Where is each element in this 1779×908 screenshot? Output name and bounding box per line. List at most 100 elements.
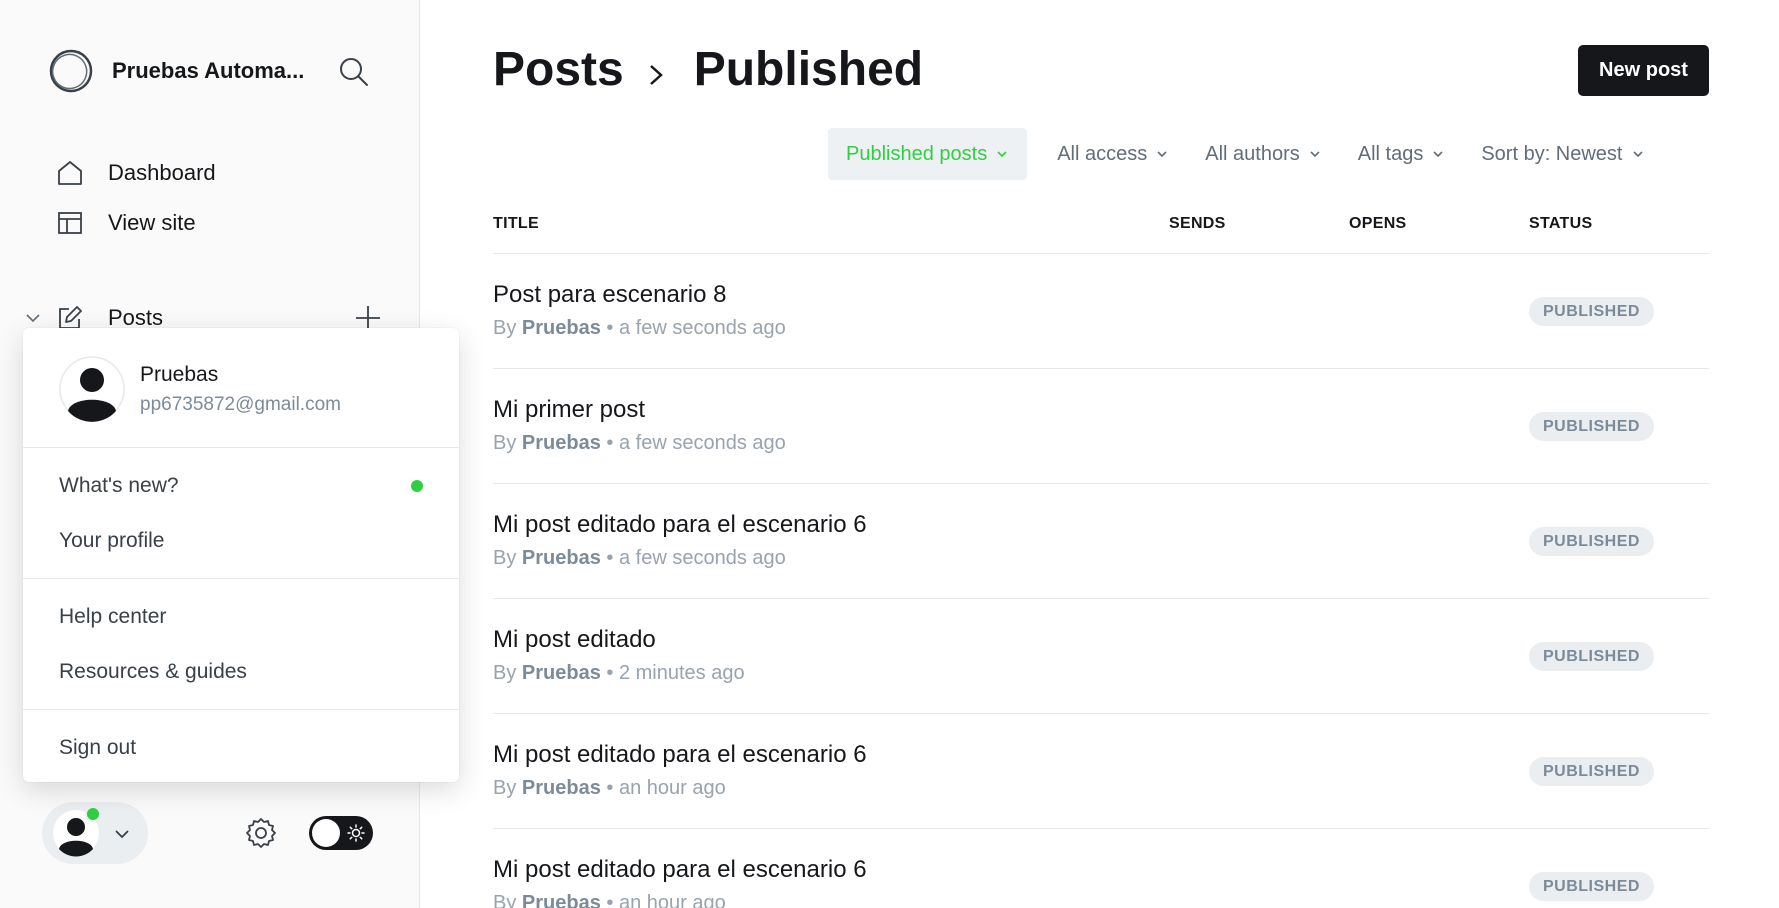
main-content: Posts Published New post Published posts… [421,0,1779,908]
post-time: • an hour ago [606,892,726,908]
menu-item-label: Help center [59,605,167,628]
chevron-down-icon [1157,151,1167,158]
post-time: • a few seconds ago [606,432,786,454]
post-author: Pruebas [521,662,601,684]
post-title: Mi post editado para el escenario 6 [493,741,867,768]
status-badge: PUBLISHED [1529,872,1654,901]
table-header: TITLE SENDS OPENS STATUS [493,200,1709,254]
filter-access[interactable]: All access [1039,128,1187,180]
post-by: By [493,777,517,799]
post-time: • a few seconds ago [606,547,786,569]
post-meta: By Pruebas • a few seconds ago [493,317,786,340]
post-author: Pruebas [521,547,601,569]
account-menu-user: Pruebas pp6735872@gmail.com [23,328,459,448]
breadcrumb: Posts Published [493,42,923,97]
site-name: Pruebas Automa... [112,58,305,83]
post-by: By [493,547,517,569]
column-header-sends: SENDS [1169,215,1226,232]
post-author: Pruebas [521,432,601,454]
post-author: Pruebas [521,317,601,339]
table-row[interactable]: Mi post editado By Pruebas • 2 minutes a… [493,599,1709,714]
site-logo-icon [49,49,93,93]
menu-item-label: What's new? [59,474,179,497]
status-badge: PUBLISHED [1529,757,1654,786]
gear-icon[interactable] [244,816,278,850]
post-by: By [493,662,517,684]
status-badge: PUBLISHED [1529,297,1654,326]
nav-item-label: Dashboard [108,160,216,185]
toggle-knob [312,819,340,847]
filter-sort[interactable]: Sort by: Newest [1463,128,1662,180]
column-header-title: TITLE [493,215,539,232]
post-time: • an hour ago [606,777,726,799]
table-row[interactable]: Mi post editado para el escenario 6 By P… [493,714,1709,829]
nav-item-dashboard[interactable]: Dashboard [56,148,216,198]
filter-bar: Published posts All access All authors A… [828,128,1663,180]
filter-label: Sort by: Newest [1481,142,1623,165]
post-title: Mi primer post [493,396,646,423]
home-icon [58,161,82,185]
posts-table: TITLE SENDS OPENS STATUS Post para escen… [493,200,1709,908]
post-meta: By Pruebas • a few seconds ago [493,547,786,570]
notification-dot [411,480,423,492]
filter-label: All access [1057,142,1148,165]
chevron-down-icon [1632,151,1643,158]
filter-tags[interactable]: All tags [1340,128,1464,180]
menu-item-label: Resources & guides [59,660,247,683]
user-email: pp6735872@gmail.com [140,394,341,415]
filter-label: All authors [1205,142,1300,165]
app: Pruebas Automa... Dashboard View site Po… [0,0,1779,908]
online-status-dot [85,806,101,822]
status-badge: PUBLISHED [1529,527,1654,556]
post-time: • a few seconds ago [606,317,786,339]
table-row[interactable]: Mi post editado para el escenario 6 By P… [493,829,1709,908]
menu-item-whats-new[interactable]: What's new? [23,458,459,513]
nav-item-label: View site [108,210,196,235]
filter-type[interactable]: Published posts [828,128,1028,180]
theme-toggle[interactable] [309,816,373,850]
post-meta: By Pruebas • an hour ago [493,777,726,800]
new-post-button[interactable]: New post [1578,45,1709,96]
account-menu-trigger[interactable] [42,802,148,864]
breadcrumb-posts[interactable]: Posts [493,42,624,97]
filter-label: All tags [1357,142,1424,165]
sidebar: Pruebas Automa... Dashboard View site Po… [0,0,459,908]
table-row[interactable]: Mi primer post By Pruebas • a few second… [493,369,1709,484]
nav-item-view-site[interactable]: View site [56,198,216,248]
brand[interactable]: Pruebas Automa... [48,48,368,94]
post-meta: By Pruebas • an hour ago [493,892,726,908]
table-row[interactable]: Post para escenario 8 By Pruebas • a few… [493,254,1709,369]
post-author: Pruebas [521,777,601,799]
table-row[interactable]: Mi post editado para el escenario 6 By P… [493,484,1709,599]
account-menu-section: Sign out [23,710,459,785]
column-header-opens: OPENS [1349,215,1407,232]
post-by: By [493,892,517,908]
post-meta: By Pruebas • 2 minutes ago [493,662,745,685]
post-title: Mi post editado para el escenario 6 [493,511,867,538]
menu-item-resources[interactable]: Resources & guides [23,644,459,699]
status-badge: PUBLISHED [1529,642,1654,671]
user-name: Pruebas [140,363,219,386]
layout-icon [58,212,82,234]
column-header-status: STATUS [1529,215,1593,232]
account-menu: Pruebas pp6735872@gmail.com What's new? … [23,328,459,782]
post-title: Post para escenario 8 [493,281,727,308]
menu-item-label: Your profile [59,529,165,552]
post-by: By [493,317,517,339]
post-time: • 2 minutes ago [606,662,745,684]
post-author: Pruebas [521,892,601,908]
chevron-down-icon[interactable] [24,309,42,327]
menu-item-help-center[interactable]: Help center [23,589,459,644]
menu-item-your-profile[interactable]: Your profile [23,513,459,568]
account-menu-section: What's new? Your profile [23,448,459,579]
sun-icon [347,824,365,842]
chevron-down-icon [115,830,129,839]
filter-authors[interactable]: All authors [1187,128,1340,180]
avatar [59,356,125,422]
search-icon[interactable] [338,56,370,88]
post-title: Mi post editado [493,626,656,653]
post-meta: By Pruebas • a few seconds ago [493,432,786,455]
menu-item-sign-out[interactable]: Sign out [23,720,459,775]
account-menu-section: Help center Resources & guides [23,579,459,710]
post-title: Mi post editado para el escenario 6 [493,856,867,883]
